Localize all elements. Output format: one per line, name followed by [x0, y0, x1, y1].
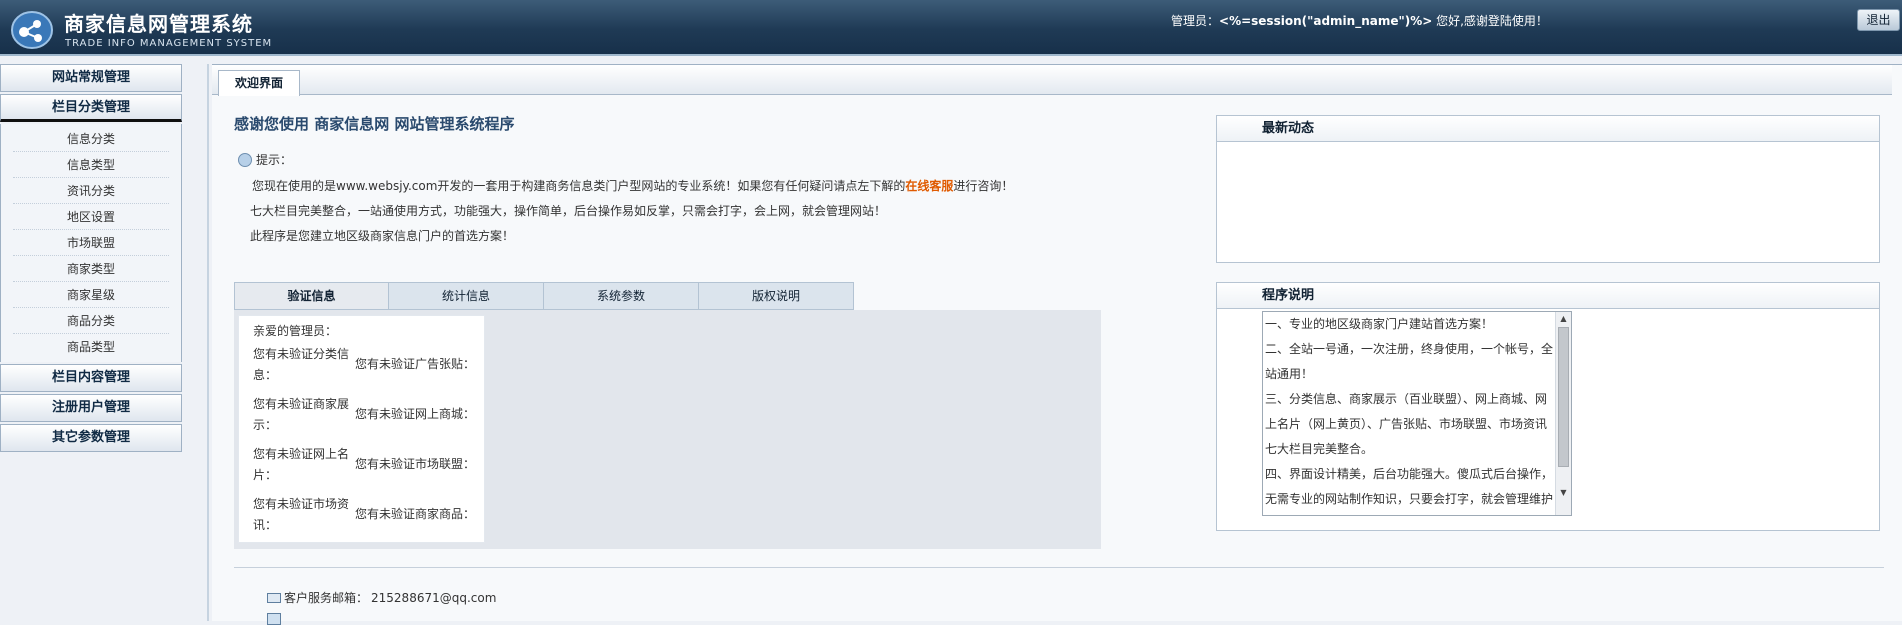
- sidebar-submenu: 信息分类 信息类型 资讯分类 地区设置 市场联盟 商家类型 商家星级 商品分类 …: [0, 124, 182, 362]
- tab-statistics[interactable]: 统计信息: [389, 282, 544, 310]
- sidebar-item-info-type[interactable]: 信息类型: [13, 152, 169, 178]
- unverified-merchant-products: 您有未验证商家商品：: [355, 507, 476, 521]
- tab-system-params[interactable]: 系统参数: [544, 282, 699, 310]
- info-panel: 亲爱的管理员： 您有未验证分类信息： 您有未验证广告张贴： 您有未验证商家展示：…: [234, 310, 1101, 549]
- verify-greeting: 亲爱的管理员：: [253, 324, 338, 338]
- sidebar-item-product-type[interactable]: 商品类型: [13, 334, 169, 360]
- unverified-merchant-show: 您有未验证商家展示：: [253, 397, 350, 432]
- unverified-business-card: 您有未验证网上名片：: [253, 447, 350, 482]
- sidebar-cat-column-content[interactable]: 栏目内容管理: [0, 364, 182, 392]
- sidebar-item-market-alliance[interactable]: 市场联盟: [13, 230, 169, 256]
- sidebar: 网站常规管理 栏目分类管理 信息分类 信息类型 资讯分类 地区设置 市场联盟 商…: [0, 64, 182, 621]
- tip-row: 提示：: [238, 151, 292, 168]
- sidebar-item-region[interactable]: 地区设置: [13, 204, 169, 230]
- sidebar-cat-column-category[interactable]: 栏目分类管理: [0, 94, 182, 122]
- logo-icon: [11, 11, 53, 49]
- frame-divider[interactable]: [207, 64, 209, 621]
- scroll-thumb[interactable]: [1558, 327, 1569, 467]
- desc-line: 三、分类信息、商家展示（百业联盟）、网上商城、网: [1265, 392, 1548, 406]
- tab-bar: 欢迎界面: [212, 65, 1892, 96]
- sidebar-item-news-category[interactable]: 资讯分类: [13, 178, 169, 204]
- main-content: 欢迎界面 感谢您使用 商家信息网 网站管理系统程序 提示： 您现在使用的是www…: [212, 64, 1902, 625]
- unverified-market-alliance: 您有未验证市场联盟：: [355, 457, 476, 471]
- tip-label: 提示：: [256, 153, 293, 167]
- tab-copyright[interactable]: 版权说明: [699, 282, 854, 310]
- desc-line: 七大栏目完美整合。: [1265, 442, 1374, 456]
- desc-line: 二、全站一号通，一次注册，终身使用，一个帐号，全: [1265, 342, 1554, 356]
- admin-label: 管理员：: [1171, 14, 1220, 28]
- system-subtitle: TRADE INFO MANAGEMENT SYSTEM: [65, 38, 273, 49]
- intro-text: 您现在使用的是www.websjy.com开发的一套用于构建商务信息类门户型网站…: [252, 179, 906, 193]
- admin-greeting: 管理员：<%=session("admin_name")%> 您好,感谢登陆使用…: [1171, 12, 1548, 29]
- mail-icon: [267, 592, 281, 603]
- program-desc-text: 一、专业的地区级商家门户建站首选方案！ 二、全站一号通，一次注册，终身使用，一个…: [1265, 312, 1553, 512]
- unverified-classified: 您有未验证分类信息：: [253, 347, 350, 382]
- desc-line: 站通用！: [1265, 367, 1314, 381]
- intro-text-end: 进行咨询！: [953, 179, 1014, 193]
- sidebar-item-merchant-type[interactable]: 商家类型: [13, 256, 169, 282]
- unverified-market-news: 您有未验证市场资讯：: [253, 497, 350, 532]
- footer-email: 客户服务邮箱： 215288671@qq.com: [267, 589, 496, 606]
- latest-news-title: 最新动态: [1217, 116, 1879, 142]
- sidebar-cat-users[interactable]: 注册用户管理: [0, 394, 182, 422]
- email-label: 客户服务邮箱：: [284, 591, 369, 605]
- tab-welcome[interactable]: 欢迎界面: [218, 70, 300, 96]
- tab-verify-info[interactable]: 验证信息: [234, 282, 389, 310]
- desc-line: 无需专业的网站制作知识，只要会打字，就会管理维护: [1265, 492, 1554, 506]
- desc-line: 四、界面设计精美，后台功能强大。傻瓜式后台操作，: [1265, 467, 1554, 481]
- sidebar-cat-other-params[interactable]: 其它参数管理: [0, 424, 182, 452]
- info-tabs: 验证信息 统计信息 系统参数 版权说明: [234, 282, 854, 310]
- sidebar-item-product-category[interactable]: 商品分类: [13, 308, 169, 334]
- unverified-ads: 您有未验证广告张贴：: [355, 357, 476, 371]
- sidebar-cat-site-settings[interactable]: 网站常规管理: [0, 64, 182, 92]
- logout-button[interactable]: 退出: [1857, 9, 1900, 31]
- program-desc-title: 程序说明: [1217, 283, 1879, 309]
- email-address: 215288671@qq.com: [371, 590, 497, 605]
- textarea-scrollbar[interactable]: ▲ ▼: [1555, 312, 1571, 515]
- intro-paragraph-2: 七大栏目完美整合，一站通使用方式，功能强大，操作简单，后台操作易如反掌，只需会打…: [250, 204, 887, 218]
- desc-line: 一、专业的地区级商家门户建站首选方案！: [1265, 317, 1494, 331]
- lightbulb-icon: [238, 152, 252, 167]
- intro-paragraph-1: 您现在使用的是www.websjy.com开发的一套用于构建商务信息类门户型网站…: [252, 177, 1013, 194]
- footer-website: [267, 613, 281, 625]
- desc-line: 上名片（网上黄页）、广告张贴、市场联盟、市场资讯: [1265, 417, 1548, 431]
- online-service-link[interactable]: 在线客服: [905, 179, 953, 193]
- welcome-heading: 感谢您使用 商家信息网 网站管理系统程序: [234, 115, 515, 133]
- system-title: 商家信息网管理系统: [64, 12, 253, 36]
- footer-divider: [234, 567, 1884, 568]
- scroll-up-arrow-icon[interactable]: ▲: [1556, 312, 1571, 326]
- sidebar-item-info-category[interactable]: 信息分类: [13, 126, 169, 152]
- verify-card: 亲爱的管理员： 您有未验证分类信息： 您有未验证广告张贴： 您有未验证商家展示：…: [238, 315, 485, 543]
- top-header: 商家信息网管理系统 TRADE INFO MANAGEMENT SYSTEM 管…: [0, 0, 1902, 56]
- greeting-text: 您好,感谢登陆使用！: [1432, 14, 1548, 28]
- sidebar-item-merchant-rating[interactable]: 商家星级: [13, 282, 169, 308]
- intro-paragraph-3: 此程序是您建立地区级商家信息门户的首选方案！: [250, 229, 515, 243]
- admin-name: <%=session("admin_name")%>: [1219, 14, 1433, 28]
- scroll-down-arrow-icon[interactable]: ▼: [1556, 486, 1571, 500]
- latest-news-panel: 最新动态: [1216, 115, 1880, 263]
- unverified-online-mall: 您有未验证网上商城：: [355, 407, 476, 421]
- program-desc-panel: 程序说明 一、专业的地区级商家门户建站首选方案！ 二、全站一号通，一次注册，终身…: [1216, 282, 1880, 531]
- website-icon: [267, 613, 281, 625]
- program-desc-textarea[interactable]: 一、专业的地区级商家门户建站首选方案！ 二、全站一号通，一次注册，终身使用，一个…: [1262, 311, 1572, 516]
